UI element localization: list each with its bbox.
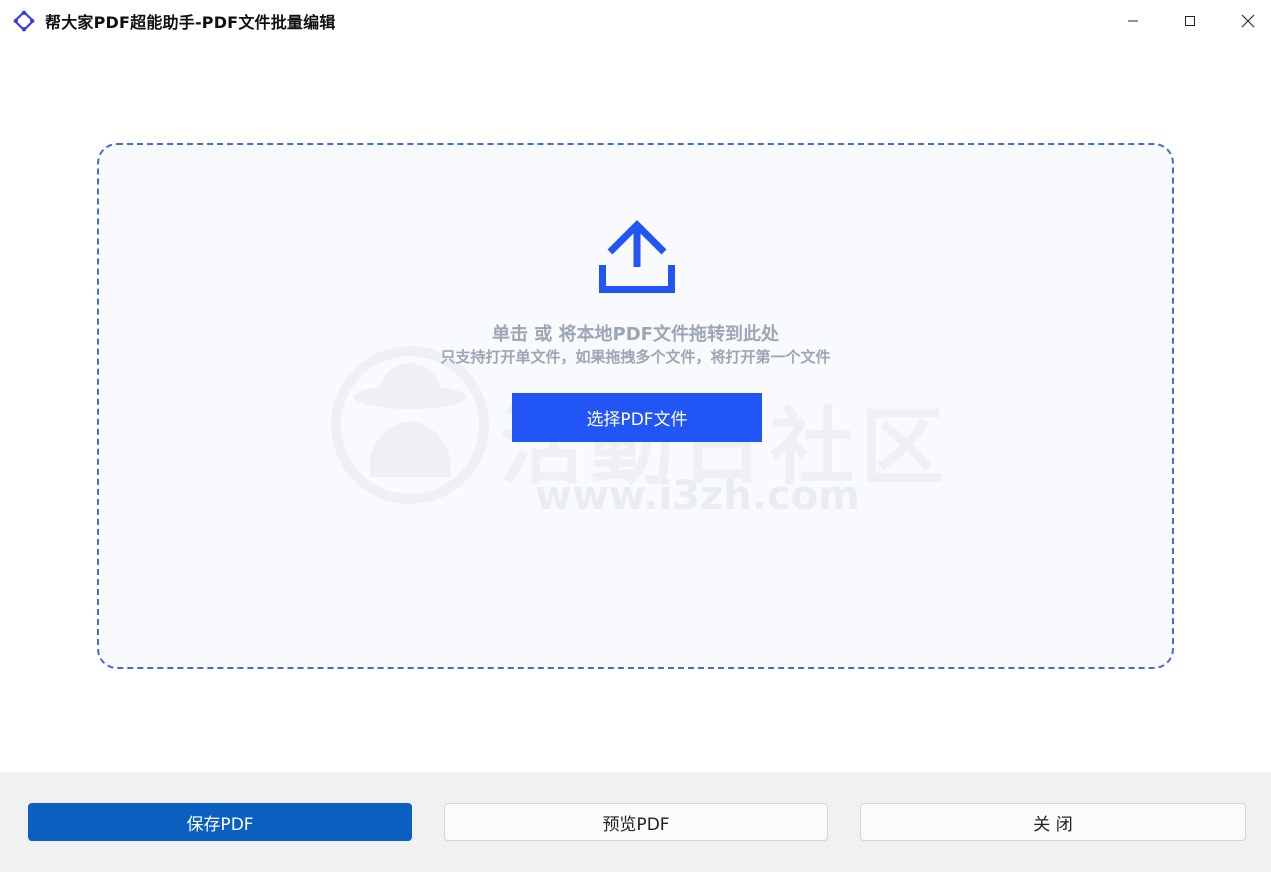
window-title: 帮大家PDF超能助手-PDF文件批量编辑 bbox=[45, 13, 336, 32]
drop-hint: 单击 或 将本地PDF文件拖转到此处 bbox=[492, 324, 779, 345]
diamond-logo-icon bbox=[13, 10, 35, 32]
maximize-button[interactable] bbox=[1161, 0, 1219, 42]
preview-pdf-button[interactable]: 预览PDF bbox=[444, 803, 828, 841]
minimize-button[interactable] bbox=[1104, 0, 1162, 42]
minimize-icon bbox=[1128, 20, 1138, 22]
close-window-button[interactable] bbox=[1219, 0, 1271, 42]
drop-subhint: 只支持打开单文件，如果拖拽多个文件，将打开第一个文件 bbox=[440, 348, 831, 366]
select-pdf-button[interactable]: 选择PDF文件 bbox=[512, 393, 762, 442]
maximize-icon bbox=[1185, 16, 1195, 26]
close-button[interactable]: 关 闭 bbox=[860, 803, 1246, 841]
upload-icon bbox=[599, 220, 675, 293]
title-bar: 帮大家PDF超能助手-PDF文件批量编辑 bbox=[0, 0, 1271, 42]
save-pdf-button[interactable]: 保存PDF bbox=[28, 803, 412, 841]
close-icon bbox=[1241, 14, 1255, 28]
